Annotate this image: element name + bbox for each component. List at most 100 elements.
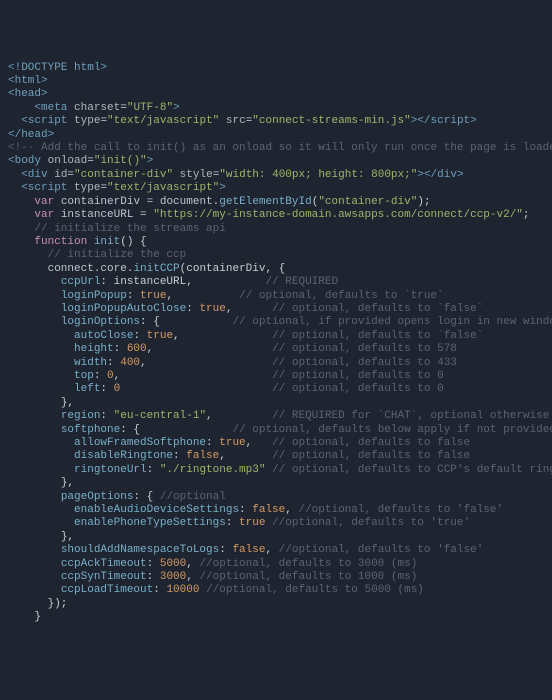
comment: // optional, defaults to false <box>272 450 470 462</box>
bool: false <box>252 504 285 516</box>
comment: // optional, defaults below apply if not… <box>232 424 552 436</box>
prop: ringtoneUrl <box>74 464 147 476</box>
num: 0 <box>107 370 114 382</box>
punc: : <box>206 437 219 449</box>
comment: // optional, defaults to false <box>272 437 470 449</box>
punc: : instanceURL, <box>100 276 192 288</box>
num: 0 <box>114 383 121 395</box>
comment: //optional, defaults to 'false' <box>298 504 503 516</box>
tag-open: <script <box>21 182 67 194</box>
prop: loginPopup <box>61 290 127 302</box>
tag: script <box>431 115 471 127</box>
num: 3000 <box>160 571 186 583</box>
id: instanceURL = <box>61 209 153 221</box>
kw-var: var <box>34 196 54 208</box>
punc: : { <box>140 316 160 328</box>
prop: ccpAckTimeout <box>61 558 147 570</box>
code-line: <html> <box>8 75 48 87</box>
punc: : <box>100 383 113 395</box>
comment: // optional, defaults to `true` <box>239 290 444 302</box>
punc: : <box>107 357 120 369</box>
bool: false <box>232 544 265 556</box>
tag: > <box>470 115 477 127</box>
obj: document <box>160 196 213 208</box>
punc: ); <box>417 196 430 208</box>
punc: = <box>87 155 94 167</box>
code-line: </head> <box>8 129 54 141</box>
comment: // initialize the streams api <box>34 223 225 235</box>
str: "text/javascript" <box>107 115 219 127</box>
prop: region <box>61 410 101 422</box>
str: "container-div" <box>74 169 173 181</box>
punc: : { <box>133 491 159 503</box>
tag-close: > <box>173 102 180 114</box>
punc: }, <box>61 397 74 409</box>
code-block: <!DOCTYPE html> <html> <head> <meta char… <box>0 54 552 633</box>
bool: true <box>239 517 265 529</box>
prop: shouldAddNamespaceToLogs <box>61 544 219 556</box>
attr: id <box>54 169 67 181</box>
attr: charset <box>74 102 120 114</box>
prop: top <box>74 370 94 382</box>
comment: // optional, if provided opens login in … <box>232 316 552 328</box>
bool: false <box>186 450 219 462</box>
punc: , <box>206 410 213 422</box>
punc: , <box>166 290 173 302</box>
tag-open: <body <box>8 155 41 167</box>
str: "UTF-8" <box>127 102 173 114</box>
punc: : <box>173 450 186 462</box>
punc: , <box>173 330 180 342</box>
num: 400 <box>120 357 140 369</box>
tag: div <box>437 169 457 181</box>
punc: , <box>265 544 278 556</box>
tag: ></ <box>417 169 437 181</box>
comment: // REQUIRED <box>265 276 338 288</box>
prop: ccpSynTimeout <box>61 571 147 583</box>
punc: , <box>140 357 147 369</box>
obj: connect.core. <box>48 263 134 275</box>
func-name: init <box>94 236 120 248</box>
id: containerDiv = <box>61 196 160 208</box>
comment: //optional, defaults to 'false' <box>279 544 484 556</box>
num: 10000 <box>166 584 199 596</box>
tag-close: > <box>219 182 226 194</box>
comment: // optional, defaults to 0 <box>272 370 444 382</box>
str: "init()" <box>94 155 147 167</box>
punc: , <box>219 450 226 462</box>
punc: : <box>153 584 166 596</box>
punc: }); <box>48 598 68 610</box>
comment: // optional, defaults to 0 <box>272 383 444 395</box>
punc: }, <box>61 531 74 543</box>
comment: // optional, defaults to 433 <box>272 357 457 369</box>
prop: enableAudioDeviceSettings <box>74 504 239 516</box>
punc: ; <box>523 209 530 221</box>
attr: type <box>74 182 100 194</box>
punc: () { <box>120 236 146 248</box>
prop: width <box>74 357 107 369</box>
comment: //optional, defaults to 1000 (ms) <box>199 571 417 583</box>
str: "container-div" <box>318 196 417 208</box>
punc <box>199 584 206 596</box>
prop: allowFramedSoftphone <box>74 437 206 449</box>
punc: , <box>246 437 253 449</box>
attr: type <box>74 115 100 127</box>
punc: : <box>147 558 160 570</box>
code-line: <head> <box>8 88 48 100</box>
prop: ccpUrl <box>61 276 101 288</box>
kw-function: function <box>34 236 87 248</box>
num: 5000 <box>160 558 186 570</box>
punc: : <box>226 517 239 529</box>
prop: left <box>74 383 100 395</box>
bool: true <box>199 303 225 315</box>
punc: : <box>219 544 232 556</box>
prop: loginPopupAutoClose <box>61 303 186 315</box>
attr: src <box>226 115 246 127</box>
tag-open: <div <box>21 169 47 181</box>
punc: , <box>226 303 233 315</box>
prop: pageOptions <box>61 491 134 503</box>
str: "connect-streams-min.js" <box>252 115 410 127</box>
prop: softphone <box>61 424 120 436</box>
comment: // initialize the ccp <box>48 249 187 261</box>
prop: autoClose <box>74 330 133 342</box>
comment: //optional, defaults to 5000 (ms) <box>206 584 424 596</box>
